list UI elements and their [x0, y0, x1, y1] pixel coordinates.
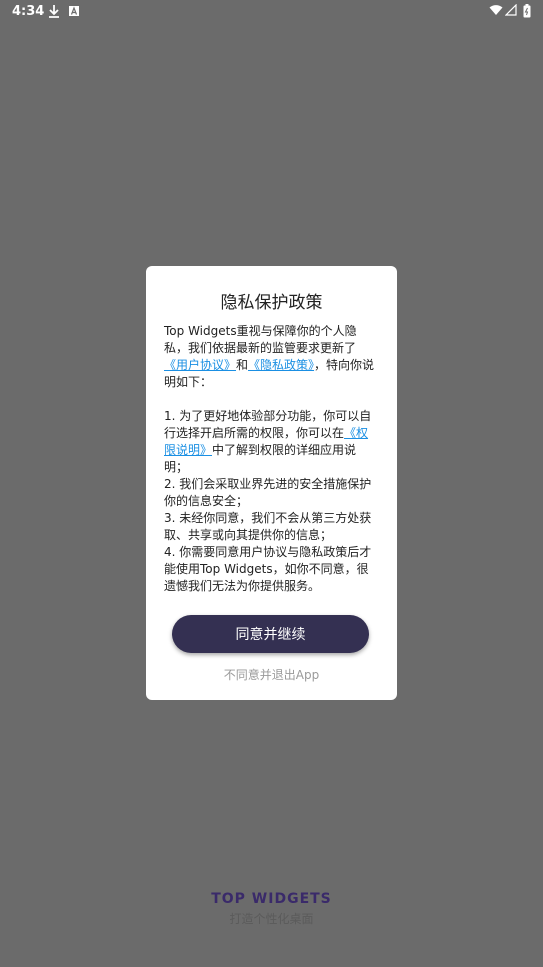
signal-icon	[504, 3, 517, 20]
item-1-text: 1. 为了更好地体验部分功能，你可以自行选择开启所需的权限，你可以在	[164, 409, 372, 440]
item-2: 2. 我们会采取业界先进的安全措施保护你的信息安全；	[164, 477, 372, 508]
a-icon	[68, 4, 80, 22]
wifi-icon	[489, 4, 503, 20]
brand-logo: TOP WIDGETS	[211, 891, 332, 907]
agree-continue-button[interactable]: 同意并继续	[172, 615, 369, 653]
status-time: 4:34	[12, 4, 45, 19]
item-1: 1. 为了更好地体验部分功能，你可以自行选择开启所需的权限，你可以在《权限说明》…	[164, 408, 380, 476]
item-4: 4. 你需要同意用户协议与隐私政策后才能使用Top Widgets，如你不同意，…	[164, 545, 372, 593]
status-bar: 4:34	[0, 0, 543, 24]
battery-icon	[523, 4, 531, 22]
disagree-exit-link[interactable]: 不同意并退出App	[146, 666, 397, 683]
brand: TOP WIDGETS 打造个性化桌面	[0, 891, 543, 927]
intro-text: Top Widgets重视与保障你的个人隐私，我们依据最新的监管要求更新了	[164, 324, 357, 355]
download-icon	[48, 4, 60, 22]
privacy-dialog: 隐私保护政策 Top Widgets重视与保障你的个人隐私，我们依据最新的监管要…	[146, 266, 397, 700]
dialog-body: Top Widgets重视与保障你的个人隐私，我们依据最新的监管要求更新了《用户…	[164, 323, 380, 595]
brand-tagline: 打造个性化桌面	[229, 912, 314, 926]
privacy-policy-link[interactable]: 《隐私政策》	[248, 358, 314, 372]
user-agreement-link[interactable]: 《用户协议》	[164, 358, 236, 372]
item-3: 3. 未经你同意，我们不会从第三方处获取、共享或向其提供你的信息；	[164, 511, 372, 542]
intro-and: 和	[236, 358, 249, 372]
dialog-title: 隐私保护政策	[220, 293, 323, 313]
intro-paragraph: Top Widgets重视与保障你的个人隐私，我们依据最新的监管要求更新了《用户…	[164, 323, 380, 391]
